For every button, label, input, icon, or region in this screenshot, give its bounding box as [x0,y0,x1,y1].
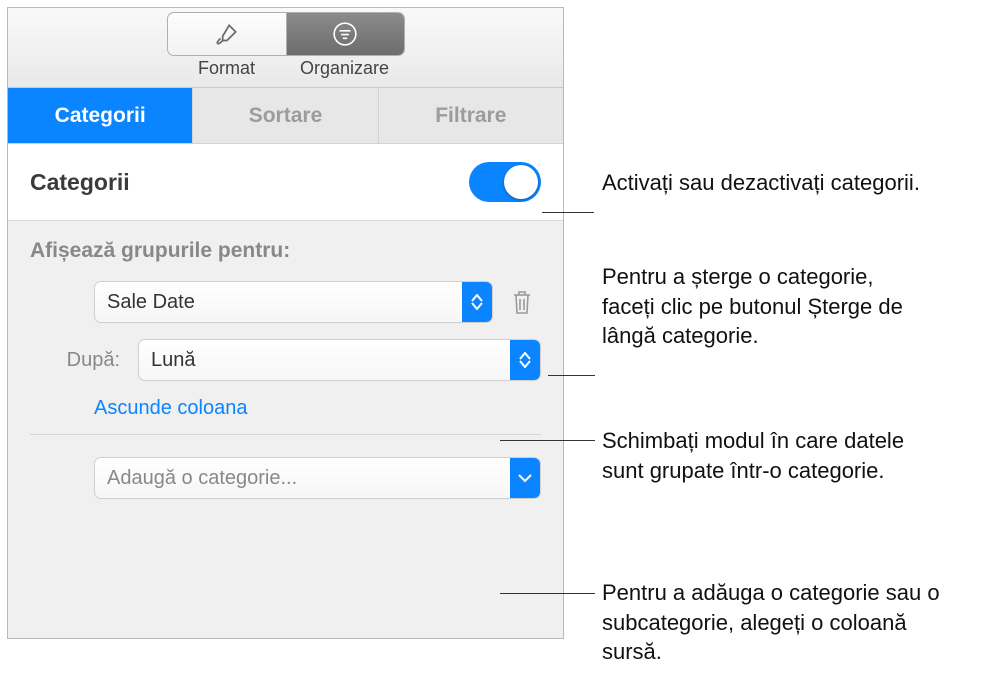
show-groups-label: Afișează grupurile pentru: [30,239,541,263]
callout-add: Pentru a adăuga o categorie sau o subcat… [602,578,952,667]
organize-segment-button[interactable] [286,13,404,55]
add-category-row: Adaugă o categorie... [30,457,541,499]
toolbar: Format Organizare [8,8,563,88]
tab-categories[interactable]: Categorii [8,88,193,143]
category-source-select[interactable]: Sale Date [94,281,493,323]
chevron-down-icon [510,458,540,498]
category-source-row: Sale Date [30,281,541,323]
callout-delete: Pentru a șterge o categorie, faceți clic… [602,262,922,351]
stepper-icon [510,340,540,380]
tabs: Categorii Sortare Filtrare [8,88,563,144]
callout-toggle: Activați sau dezactivați categorii. [602,168,922,198]
add-category-value: Adaugă o categorie... [107,467,297,490]
organize-segment-label: Organizare [286,58,404,79]
divider [30,434,541,435]
group-by-value: Lună [151,349,196,372]
organize-icon [332,21,358,47]
callout-leader [542,212,594,213]
category-source-value: Sale Date [107,291,195,314]
delete-category-button[interactable] [503,288,541,316]
categories-section-header: Categorii [8,144,563,221]
group-by-label: După: [30,349,138,372]
trash-icon [510,288,534,316]
add-category-select[interactable]: Adaugă o categorie... [94,457,541,499]
tab-sort[interactable]: Sortare [193,88,378,143]
format-segment-label: Format [168,58,286,79]
group-by-row: După: Lună [30,339,541,381]
group-by-select[interactable]: Lună [138,339,541,381]
paintbrush-icon [214,21,240,47]
stepper-icon [462,282,492,322]
categories-content: Afișează grupurile pentru: Sale Date [8,221,563,533]
callout-change: Schimbați modul în care datele sunt grup… [602,426,932,485]
hide-column-link[interactable]: Ascunde coloana [94,397,541,420]
inspector-panel: Format Organizare Categorii Sortare Filt… [7,7,564,639]
callout-leader [548,375,595,376]
callout-leader [500,440,595,441]
section-title: Categorii [30,169,130,196]
categories-toggle[interactable] [469,162,541,202]
format-segment-button[interactable] [168,13,286,55]
toggle-knob [504,165,538,199]
callout-leader [500,593,595,594]
format-organize-segment [167,12,405,56]
tab-filter[interactable]: Filtrare [379,88,563,143]
